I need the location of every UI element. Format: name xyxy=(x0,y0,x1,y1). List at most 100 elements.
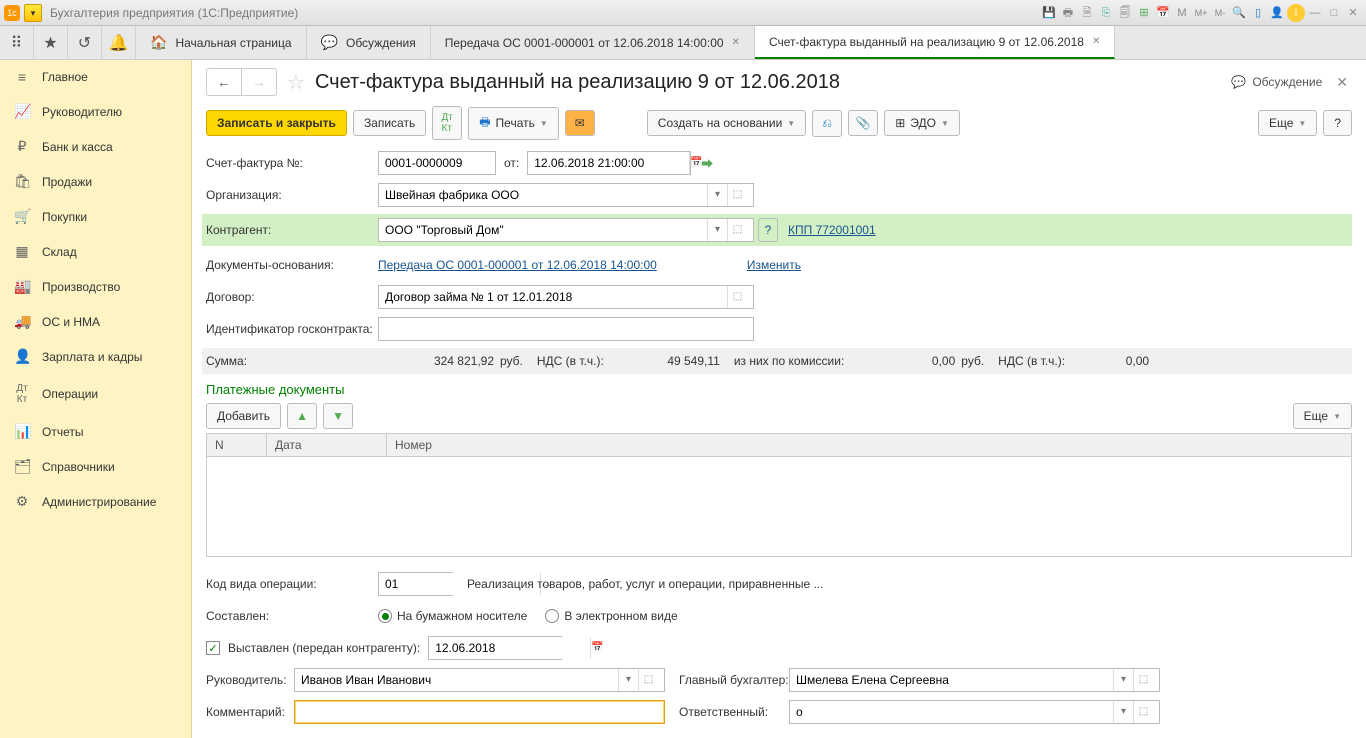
chevron-down-icon[interactable]: ▾ xyxy=(618,669,638,691)
back-button[interactable]: ← xyxy=(207,69,242,95)
attach-button[interactable]: 📎 xyxy=(848,110,878,136)
sidebar-item-bank[interactable]: ₽Банк и касса xyxy=(0,129,191,164)
issued-date-input[interactable]: 📅 xyxy=(428,636,562,660)
sidebar-item-main[interactable]: ≡Главное xyxy=(0,60,191,94)
responsible-combo[interactable]: ▾ ⬚ xyxy=(789,700,1160,724)
save-button[interactable]: Записать xyxy=(353,110,426,136)
more-button[interactable]: Еще▼ xyxy=(1258,110,1317,136)
gov-contract-id-input[interactable] xyxy=(378,317,754,341)
calendar-icon[interactable]: 📅 xyxy=(1154,4,1172,22)
radio-paper[interactable]: На бумажном носителе xyxy=(378,609,527,623)
tab-transfer-os[interactable]: Передача ОС 0001-000001 от 12.06.2018 14… xyxy=(431,26,755,59)
forward-button[interactable]: → xyxy=(242,69,276,95)
close-page-icon[interactable]: ✕ xyxy=(1332,70,1352,95)
payments-table-body[interactable] xyxy=(206,457,1352,557)
open-icon[interactable]: ⬚ xyxy=(727,219,747,241)
doc-icon[interactable]: 🗐 xyxy=(1116,4,1134,22)
print-icon[interactable]: 🖶 xyxy=(1059,4,1077,22)
calc-icon[interactable]: ⊞ xyxy=(1135,4,1153,22)
accountant-combo[interactable]: ▾ ⬚ xyxy=(789,668,1160,692)
open-icon[interactable]: ⬚ xyxy=(1133,669,1153,691)
close-window-icon[interactable]: ✕ xyxy=(1344,4,1362,22)
comment-input[interactable] xyxy=(294,700,665,724)
discussion-button[interactable]: 💬 Обсуждение xyxy=(1231,75,1322,89)
m-plus-icon[interactable]: M+ xyxy=(1192,4,1210,22)
print-button[interactable]: 🖶Печать▼ xyxy=(468,107,559,140)
maximize-icon[interactable]: □ xyxy=(1325,4,1343,22)
help-button[interactable]: ? xyxy=(1323,110,1352,136)
panel-icon[interactable]: ▯ xyxy=(1249,4,1267,22)
col-header-n[interactable]: N xyxy=(207,434,267,457)
move-down-button[interactable]: ▼ xyxy=(323,403,353,429)
help-icon[interactable]: ? xyxy=(758,218,778,242)
save-icon[interactable]: 💾 xyxy=(1040,4,1058,22)
app-menu-dropdown[interactable]: ▾ xyxy=(24,4,42,22)
save-and-close-button[interactable]: Записать и закрыть xyxy=(206,110,347,136)
notifications-icon[interactable]: 🔔 xyxy=(102,26,136,59)
sidebar-item-operations[interactable]: ДтКтОперации xyxy=(0,374,191,414)
sidebar-item-purchases[interactable]: 🛒Покупки xyxy=(0,199,191,234)
op-code-input[interactable]: … xyxy=(378,572,453,596)
sidebar-item-label: Склад xyxy=(42,245,77,259)
table-more-button[interactable]: Еще▼ xyxy=(1293,403,1352,429)
open-icon[interactable]: ⬚ xyxy=(727,184,747,206)
col-header-number[interactable]: Номер xyxy=(387,434,1352,457)
user-icon[interactable]: 👤 xyxy=(1268,4,1286,22)
email-button[interactable]: ✉ xyxy=(565,110,595,136)
tab-discussions[interactable]: 💬 Обсуждения xyxy=(307,26,431,59)
close-icon[interactable]: ✕ xyxy=(732,37,740,48)
structure-button[interactable]: ⎌ xyxy=(812,110,842,137)
radio-electronic[interactable]: В электронном виде xyxy=(545,609,677,623)
zoom-in-icon[interactable]: 🔍 xyxy=(1230,4,1248,22)
basis-doc-link[interactable]: Передача ОС 0001-000001 от 12.06.2018 14… xyxy=(378,258,657,272)
sidebar-item-manager[interactable]: 📈Руководителю xyxy=(0,94,191,129)
create-based-on-button[interactable]: Создать на основании▼ xyxy=(647,110,806,136)
sidebar-item-warehouse[interactable]: ▦Склад xyxy=(0,234,191,269)
issued-checkbox[interactable]: ✓ xyxy=(206,641,220,655)
contract-combo[interactable]: ⬚ xyxy=(378,285,754,309)
compare-icon[interactable]: ⎘ xyxy=(1097,4,1115,22)
chevron-down-icon[interactable]: ▾ xyxy=(707,184,727,206)
tab-invoice[interactable]: Счет-фактура выданный на реализацию 9 от… xyxy=(755,26,1115,59)
contract-label: Договор: xyxy=(206,290,378,304)
open-icon[interactable]: ⬚ xyxy=(1133,701,1153,723)
move-up-button[interactable]: ▲ xyxy=(287,403,317,429)
chevron-down-icon[interactable]: ▾ xyxy=(1113,701,1133,723)
close-icon[interactable]: ✕ xyxy=(1092,36,1100,47)
open-icon[interactable]: ⬚ xyxy=(727,286,747,308)
change-link[interactable]: Изменить xyxy=(747,258,801,272)
manager-combo[interactable]: ▾ ⬚ xyxy=(294,668,665,692)
m-icon[interactable]: M xyxy=(1173,4,1191,22)
sidebar-item-admin[interactable]: ⚙Администрирование xyxy=(0,484,191,519)
chevron-down-icon[interactable]: ▾ xyxy=(707,219,727,241)
m-minus-icon[interactable]: M- xyxy=(1211,4,1229,22)
sidebar-item-sales[interactable]: 🛍Продажи xyxy=(0,164,191,199)
calendar-picker-icon[interactable]: 📅 xyxy=(590,637,603,659)
sidebar-item-assets[interactable]: 🚚ОС и НМА xyxy=(0,304,191,339)
apps-menu-icon[interactable]: ⠿ xyxy=(0,26,34,59)
responsible-label: Ответственный: xyxy=(679,705,789,719)
sidebar-item-production[interactable]: 🏭Производство xyxy=(0,269,191,304)
add-row-button[interactable]: Добавить xyxy=(206,403,281,429)
minimize-icon[interactable]: — xyxy=(1306,4,1324,22)
dtkt-button[interactable]: ДтКт xyxy=(432,106,462,140)
kpp-link[interactable]: КПП 772001001 xyxy=(788,223,876,237)
invoice-date-input[interactable]: 📅 xyxy=(527,151,691,175)
preview-icon[interactable]: 🗎 xyxy=(1078,4,1096,22)
counterparty-combo[interactable]: ▾ ⬚ xyxy=(378,218,754,242)
favorite-star-icon[interactable]: ☆ xyxy=(287,70,305,95)
open-icon[interactable]: ⬚ xyxy=(638,669,658,691)
invoice-number-input[interactable] xyxy=(378,151,496,175)
sidebar-item-reports[interactable]: 📊Отчеты xyxy=(0,414,191,449)
favorites-icon[interactable]: ★ xyxy=(34,26,68,59)
edo-button[interactable]: ⊞ЭДО▼ xyxy=(884,110,960,136)
history-icon[interactable]: ↺ xyxy=(68,26,102,59)
col-header-date[interactable]: Дата xyxy=(267,434,387,457)
info-icon[interactable]: i xyxy=(1287,4,1305,22)
organization-combo[interactable]: ▾ ⬚ xyxy=(378,183,754,207)
chevron-down-icon[interactable]: ▾ xyxy=(1113,669,1133,691)
sidebar-item-hr[interactable]: 👤Зарплата и кадры xyxy=(0,339,191,374)
sidebar-item-directories[interactable]: 🗂Справочники xyxy=(0,449,191,484)
page-title: Счет-фактура выданный на реализацию 9 от… xyxy=(315,71,1221,94)
tab-home[interactable]: 🏠 Начальная страница xyxy=(136,26,307,59)
